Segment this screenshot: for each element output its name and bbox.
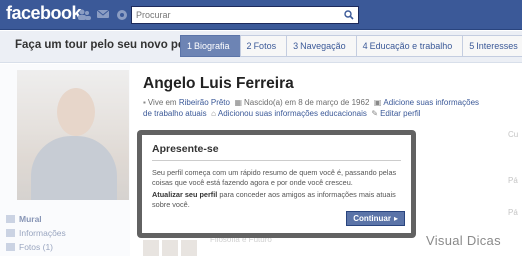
dialog-footer: Continuar ▸ [148,211,405,229]
top-navigation-bar: facebook Procurar [0,0,522,30]
tour-step-biografia[interactable]: 1 Biografia [180,35,241,57]
step-label: Interesses [476,41,518,51]
friend-thumbnail[interactable] [162,240,178,256]
photos-icon [6,243,15,251]
tour-step-fotos[interactable]: 2 Fotos [239,35,288,57]
step-number: 3 [293,41,299,51]
photo-face [57,88,95,136]
search-input[interactable]: Procurar [131,6,359,24]
wall-icon [6,215,15,223]
dialog-paragraph-2: Atualizar seu perfil para conceder aos a… [152,190,401,210]
education-icon: ⌂ [211,109,216,118]
birth-date: Nascido(a) em 8 de março de 1962 [244,98,370,107]
dialog-title: Apresente-se [152,143,219,155]
tour-step-navegacao[interactable]: 3 Navegação [286,35,357,57]
step-number: 2 [246,41,252,51]
step-number: 1 [187,41,193,51]
step-label: Navegação [300,41,346,51]
tour-steps: 1 Biografia 2 Fotos 3 Navegação 4 Educaç… [180,35,522,57]
friend-thumbnails [143,240,197,256]
sidebar-item-label: Mural [19,214,42,224]
info-icon [6,229,15,237]
profile-name: Angelo Luis Ferreira [143,75,294,92]
city-link[interactable]: Ribeirão Prêto [179,98,230,107]
continue-button[interactable]: Continuar ▸ [346,211,405,226]
step-number: 4 [362,41,368,51]
work-icon: ▣ [373,98,382,107]
step-label: Biografia [194,41,230,51]
tour-title: Faça um tour pelo seu novo perfil [15,39,200,51]
facebook-logo[interactable]: facebook [6,3,82,24]
right-column-label: Pá [508,176,518,185]
tour-step-educacao[interactable]: 4 Educação e trabalho [355,35,464,57]
messages-icon[interactable] [95,8,110,21]
right-column-label: Cu [508,130,519,139]
profile-photo[interactable] [17,70,129,200]
step-label: Fotos [253,41,277,51]
tour-step-interesses[interactable]: 5 Interesses [462,35,522,57]
sidebar-item-label: Informações [19,228,66,238]
right-column-label: Pá [508,208,518,217]
sidebar-item-mural[interactable]: Mural [6,212,66,226]
lives-prefix: Vive em [147,98,177,107]
pencil-icon: ✎ [371,109,379,118]
step-label: Educação e trabalho [369,41,453,51]
photo-shirt [31,136,117,200]
sidebar-item-informacoes[interactable]: Informações [6,226,66,240]
sidebar-nav: Mural Informações Fotos (1) [6,212,66,254]
add-education-link[interactable]: Adicionou suas informações educacionais [218,109,367,118]
update-profile-text: Atualizar seu perfil [152,190,218,199]
profile-tour-bar: Faça um tour pelo seu novo perfil 1 Biog… [0,31,522,63]
notifications-icon[interactable] [114,8,129,21]
friend-thumbnail[interactable] [143,240,159,256]
notification-jewels [76,8,129,21]
profile-info-line: ▪ Vive em Ribeirão Prêto ▦ Nascido(a) em 8… [143,97,488,119]
continue-label: Continuar [353,214,391,223]
edit-profile-link[interactable]: Editar perfil [380,109,420,118]
watermark: Visual Dicas [426,233,501,248]
sidebar-item-fotos[interactable]: Fotos (1) [6,240,66,254]
birthday-icon: ▦ [234,98,242,107]
add-work-link-cont[interactable]: trabalho atuais [154,109,206,118]
introduce-yourself-dialog: Apresente-se Seu perfil começa com um rá… [137,130,416,238]
search-icon[interactable] [340,7,358,23]
friend-requests-icon[interactable] [76,8,91,21]
friend-thumbnail[interactable] [181,240,197,256]
sidebar-item-label: Fotos (1) [19,242,54,252]
step-number: 5 [469,41,475,51]
chevron-right-icon: ▸ [393,214,398,223]
dialog-paragraph: Seu perfil começa com um rápido resumo d… [152,168,397,187]
search-placeholder: Procurar [136,10,171,20]
home-icon: ▪ [143,98,146,107]
dialog-divider [152,160,401,161]
